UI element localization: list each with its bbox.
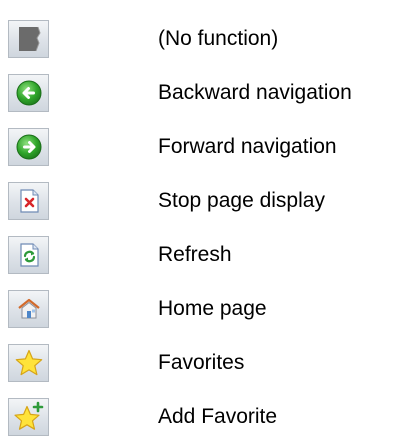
forward-button[interactable] — [8, 128, 49, 166]
back-arrow-icon — [16, 80, 41, 106]
forward-label: Forward navigation — [158, 135, 337, 158]
refresh-button[interactable] — [8, 236, 49, 274]
no-function-button[interactable] — [8, 20, 49, 58]
add-favorite-label: Add Favorite — [158, 405, 278, 428]
add-favorite-icon — [13, 401, 43, 430]
legend-row-favorites: Favorites — [0, 336, 406, 390]
stop-button[interactable] — [8, 182, 49, 220]
legend-row-forward: Forward navigation — [0, 120, 406, 174]
legend-row-back: Backward navigation — [0, 66, 406, 120]
favorites-label: Favorites — [158, 351, 245, 374]
home-icon — [17, 298, 40, 319]
stop-label: Stop page display — [158, 189, 325, 212]
forward-arrow-icon — [16, 134, 41, 160]
stop-page-icon — [19, 189, 39, 213]
home-button[interactable] — [8, 290, 49, 328]
no-function-label: (No function) — [158, 27, 279, 50]
add-favorite-button[interactable] — [8, 398, 49, 436]
legend-row-no-function: (No function) — [0, 12, 406, 66]
refresh-icon — [19, 243, 39, 267]
favorites-star-icon — [15, 349, 42, 376]
blank-page-icon — [18, 26, 41, 52]
legend-row-refresh: Refresh — [0, 228, 406, 282]
back-label: Backward navigation — [158, 81, 352, 104]
legend-row-add-favorite: Add Favorite — [0, 390, 406, 444]
legend-row-stop: Stop page display — [0, 174, 406, 228]
home-label: Home page — [158, 297, 267, 320]
back-button[interactable] — [8, 74, 49, 112]
legend-row-home: Home page — [0, 282, 406, 336]
refresh-label: Refresh — [158, 243, 232, 266]
favorites-button[interactable] — [8, 344, 49, 382]
toolbar-button-legend: (No function) Backward navigation Forwar… — [0, 0, 406, 439]
